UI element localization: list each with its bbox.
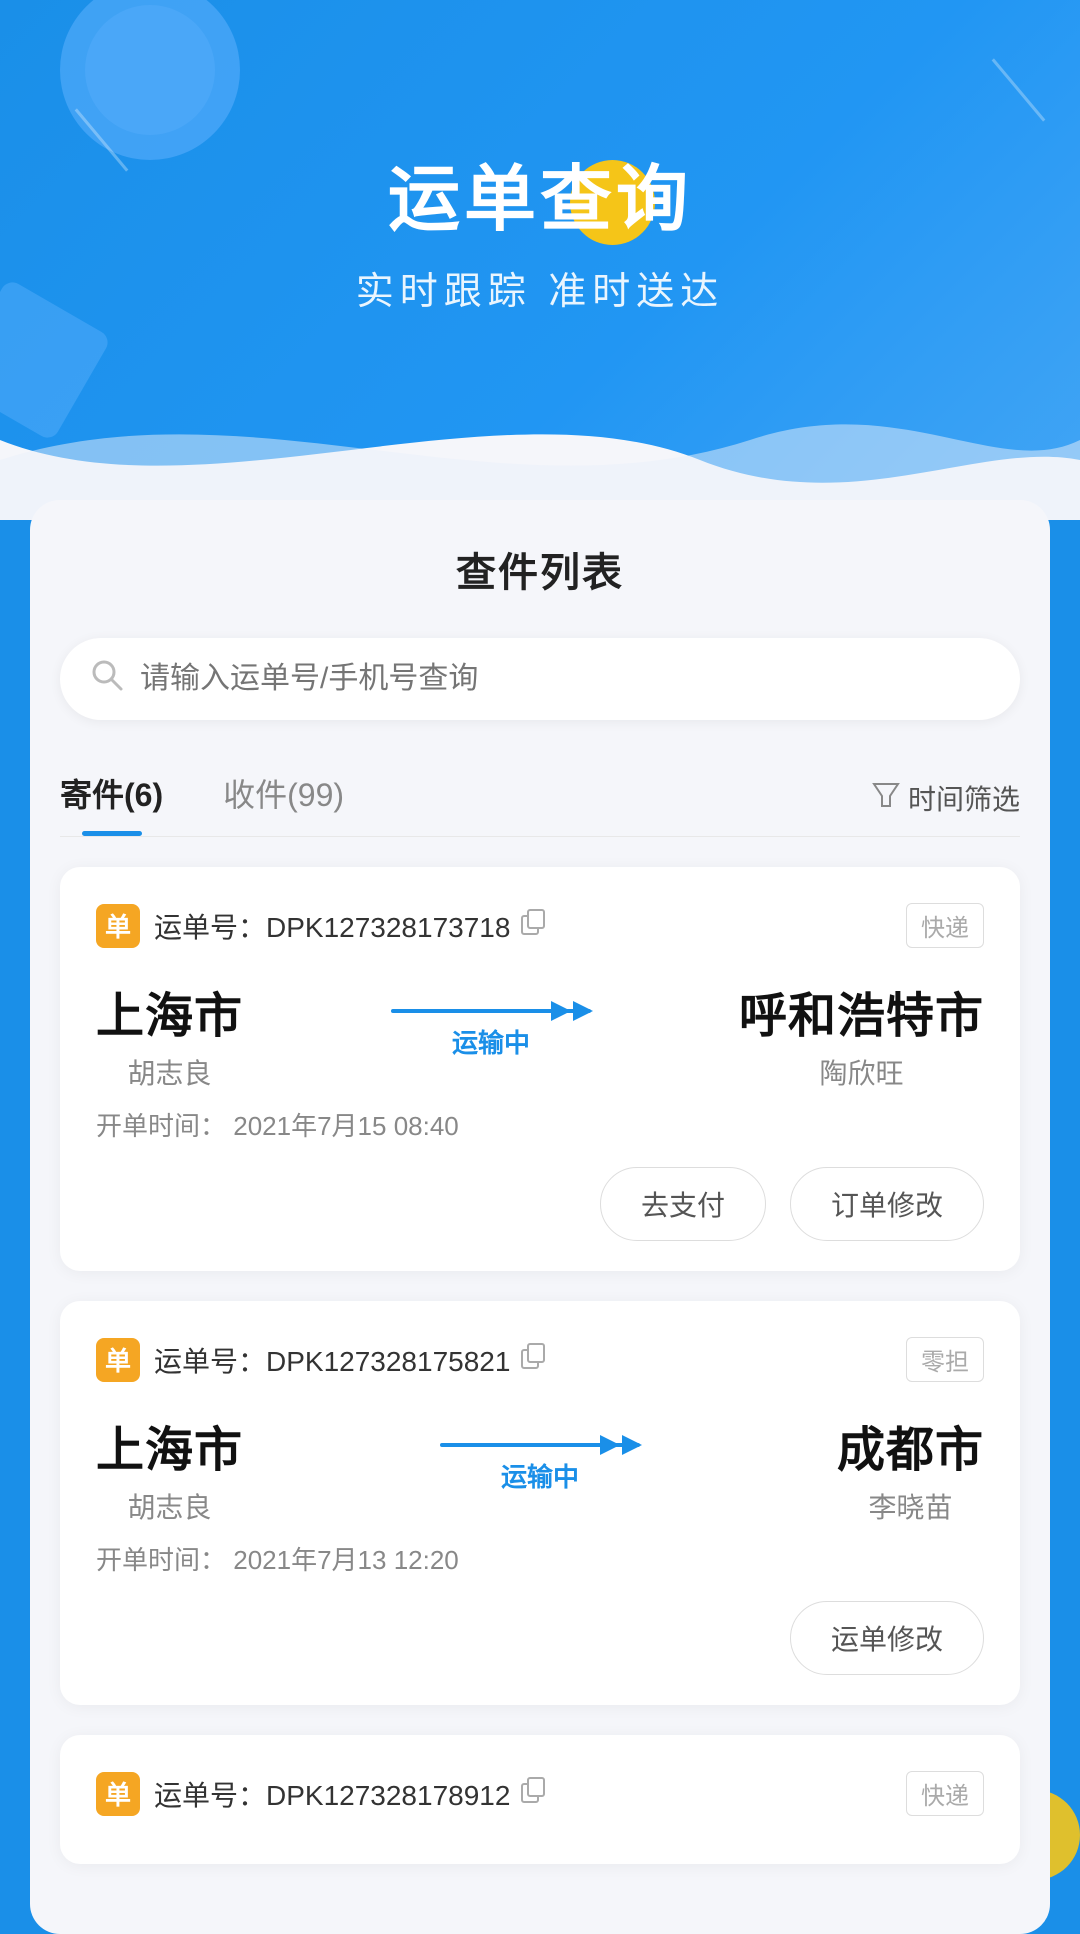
action-row-2: 运单修改 bbox=[96, 1601, 984, 1675]
page-title: 运单查询 bbox=[388, 140, 692, 245]
deco-line-tr bbox=[992, 58, 1046, 121]
action-row-1: 去支付 订单修改 bbox=[96, 1167, 984, 1241]
order-number-2: 运单号：DPK127328175821 bbox=[154, 1340, 510, 1380]
main-card: 查件列表 寄件(6) 收件(99) 时间筛选 单 运单号：DP bbox=[30, 500, 1050, 1934]
to-city-1: 呼和浩特市 bbox=[739, 976, 984, 1046]
arrow-line-1 bbox=[391, 1009, 591, 1013]
date-label-2: 开单时间： bbox=[96, 1545, 226, 1575]
copy-icon-2[interactable] bbox=[520, 1342, 548, 1377]
to-city-block-2: 成都市 李晓苗 bbox=[837, 1410, 984, 1526]
route-row-2: 上海市 胡志良 运输中 成都市 李晓苗 bbox=[96, 1410, 984, 1526]
filter-button[interactable]: 时间筛选 bbox=[872, 778, 1020, 818]
pay-button-1[interactable]: 去支付 bbox=[600, 1167, 766, 1241]
card-header-left-1: 单 运单号：DPK127328173718 bbox=[96, 904, 548, 948]
header-background: 运单查询 实时跟踪 准时送达 bbox=[0, 0, 1080, 520]
card-header-left-3: 单 运单号：DPK127328178912 bbox=[96, 1772, 548, 1816]
package-card-3: 单 运单号：DPK127328178912 快递 bbox=[60, 1735, 1020, 1864]
order-number-1: 运单号：DPK127328173718 bbox=[154, 906, 510, 946]
to-city-2: 成都市 bbox=[837, 1410, 984, 1480]
from-person-2: 胡志良 bbox=[96, 1486, 243, 1526]
card-header-2: 单 运单号：DPK127328175821 零担 bbox=[96, 1337, 984, 1382]
order-number-3: 运单号：DPK127328178912 bbox=[154, 1774, 510, 1814]
card-header-left-2: 单 运单号：DPK127328175821 bbox=[96, 1338, 548, 1382]
order-icon-1: 单 bbox=[96, 904, 140, 948]
card-header-3: 单 运单号：DPK127328178912 快递 bbox=[96, 1771, 984, 1816]
filter-label: 时间筛选 bbox=[908, 778, 1020, 818]
card-type-badge-2: 零担 bbox=[906, 1337, 984, 1382]
date-row-1: 开单时间： 2021年7月15 08:40 bbox=[96, 1106, 984, 1143]
order-icon-3: 单 bbox=[96, 1772, 140, 1816]
modify-button-1[interactable]: 订单修改 bbox=[790, 1167, 984, 1241]
package-card-1: 单 运单号：DPK127328173718 快递 上海市 胡志良 运输中 bbox=[60, 867, 1020, 1271]
modify-button-2[interactable]: 运单修改 bbox=[790, 1601, 984, 1675]
from-city-block-2: 上海市 胡志良 bbox=[96, 1410, 243, 1526]
card-header-1: 单 运单号：DPK127328173718 快递 bbox=[96, 903, 984, 948]
order-icon-2: 单 bbox=[96, 1338, 140, 1382]
arrow-line-2 bbox=[440, 1443, 640, 1447]
to-person-1: 陶欣旺 bbox=[739, 1052, 984, 1092]
tab-received[interactable]: 收件(99) bbox=[223, 760, 344, 836]
search-input[interactable] bbox=[140, 662, 990, 696]
card-type-badge-3: 快递 bbox=[906, 1771, 984, 1816]
copy-icon-1[interactable] bbox=[520, 908, 548, 943]
date-label-1: 开单时间： bbox=[96, 1111, 226, 1141]
date-value-1: 2021年7月15 08:40 bbox=[233, 1111, 459, 1141]
package-card-2: 单 运单号：DPK127328175821 零担 上海市 胡志良 运输中 bbox=[60, 1301, 1020, 1705]
tabs-row: 寄件(6) 收件(99) 时间筛选 bbox=[60, 760, 1020, 837]
card-title: 查件列表 bbox=[60, 540, 1020, 598]
filter-icon bbox=[872, 782, 900, 815]
to-person-2: 李晓苗 bbox=[837, 1486, 984, 1526]
deco-circle-top bbox=[60, 0, 240, 160]
from-city-2: 上海市 bbox=[96, 1410, 243, 1480]
copy-icon-3[interactable] bbox=[520, 1776, 548, 1811]
page-subtitle: 实时跟踪 准时送达 bbox=[356, 260, 725, 315]
tab-sent[interactable]: 寄件(6) bbox=[60, 760, 163, 836]
status-label-2: 运输中 bbox=[501, 1457, 579, 1494]
from-city-block-1: 上海市 胡志良 bbox=[96, 976, 243, 1092]
route-middle-2: 运输中 bbox=[440, 1443, 640, 1494]
header-wave bbox=[0, 380, 1080, 520]
from-person-1: 胡志良 bbox=[96, 1052, 243, 1092]
search-bar[interactable] bbox=[60, 638, 1020, 720]
card-type-badge-1: 快递 bbox=[906, 903, 984, 948]
route-middle-1: 运输中 bbox=[391, 1009, 591, 1060]
status-label-1: 运输中 bbox=[452, 1023, 530, 1060]
from-city-1: 上海市 bbox=[96, 976, 243, 1046]
route-row-1: 上海市 胡志良 运输中 呼和浩特市 陶欣旺 bbox=[96, 976, 984, 1092]
to-city-block-1: 呼和浩特市 陶欣旺 bbox=[739, 976, 984, 1092]
date-value-2: 2021年7月13 12:20 bbox=[233, 1545, 459, 1575]
date-row-2: 开单时间： 2021年7月13 12:20 bbox=[96, 1540, 984, 1577]
search-icon bbox=[90, 658, 124, 700]
